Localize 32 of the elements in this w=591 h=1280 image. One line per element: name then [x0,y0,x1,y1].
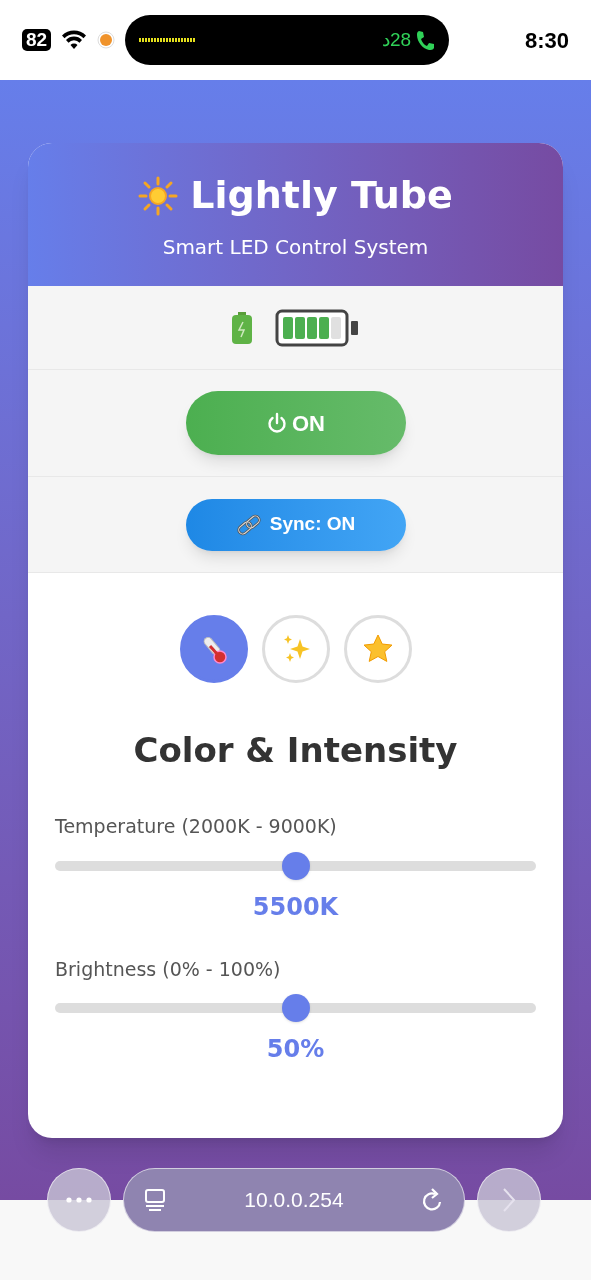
section-title: Color & Intensity [132,729,459,772]
url-text: 10.0.0.254 [243,1187,345,1214]
slider-label: Temperature (2000K - 9000K) [55,814,338,839]
page-icon [144,1189,166,1211]
phone-icon [415,29,436,51]
app-title: Lightly Tube [190,172,453,219]
audio-wave-icon [139,37,196,43]
app-subtitle: Smart LED Control System [162,234,429,261]
link-icon [235,512,262,537]
sun-icon [138,175,179,216]
chevron-right-icon [502,1187,516,1213]
address-bar[interactable]: 10.0.0.254 [123,1168,465,1232]
power-button[interactable]: ON [185,391,406,455]
call-timer: 28د [382,27,412,52]
reload-icon [422,1188,444,1212]
slider-label: Brightness (0% - 100%) [55,956,282,982]
battery-level-icon [274,308,361,347]
power-icon [266,412,288,434]
sync-button[interactable]: Sync: ON [185,498,406,551]
wifi-icon [61,30,88,50]
battery-indicator: 82 [22,29,52,51]
clock-time: 8:30 [524,26,569,55]
slider-track[interactable] [55,851,536,880]
slider-thumb[interactable] [281,994,310,1022]
star-icon [361,633,394,665]
battery-cell-icon [230,310,253,345]
slider-value: 50% [265,1034,326,1065]
slider-thumb[interactable] [281,851,310,880]
slider-track[interactable] [55,994,536,1022]
recording-dot-icon [97,31,116,49]
more-icon [66,1197,92,1203]
slider-value: 5500K [251,891,340,923]
